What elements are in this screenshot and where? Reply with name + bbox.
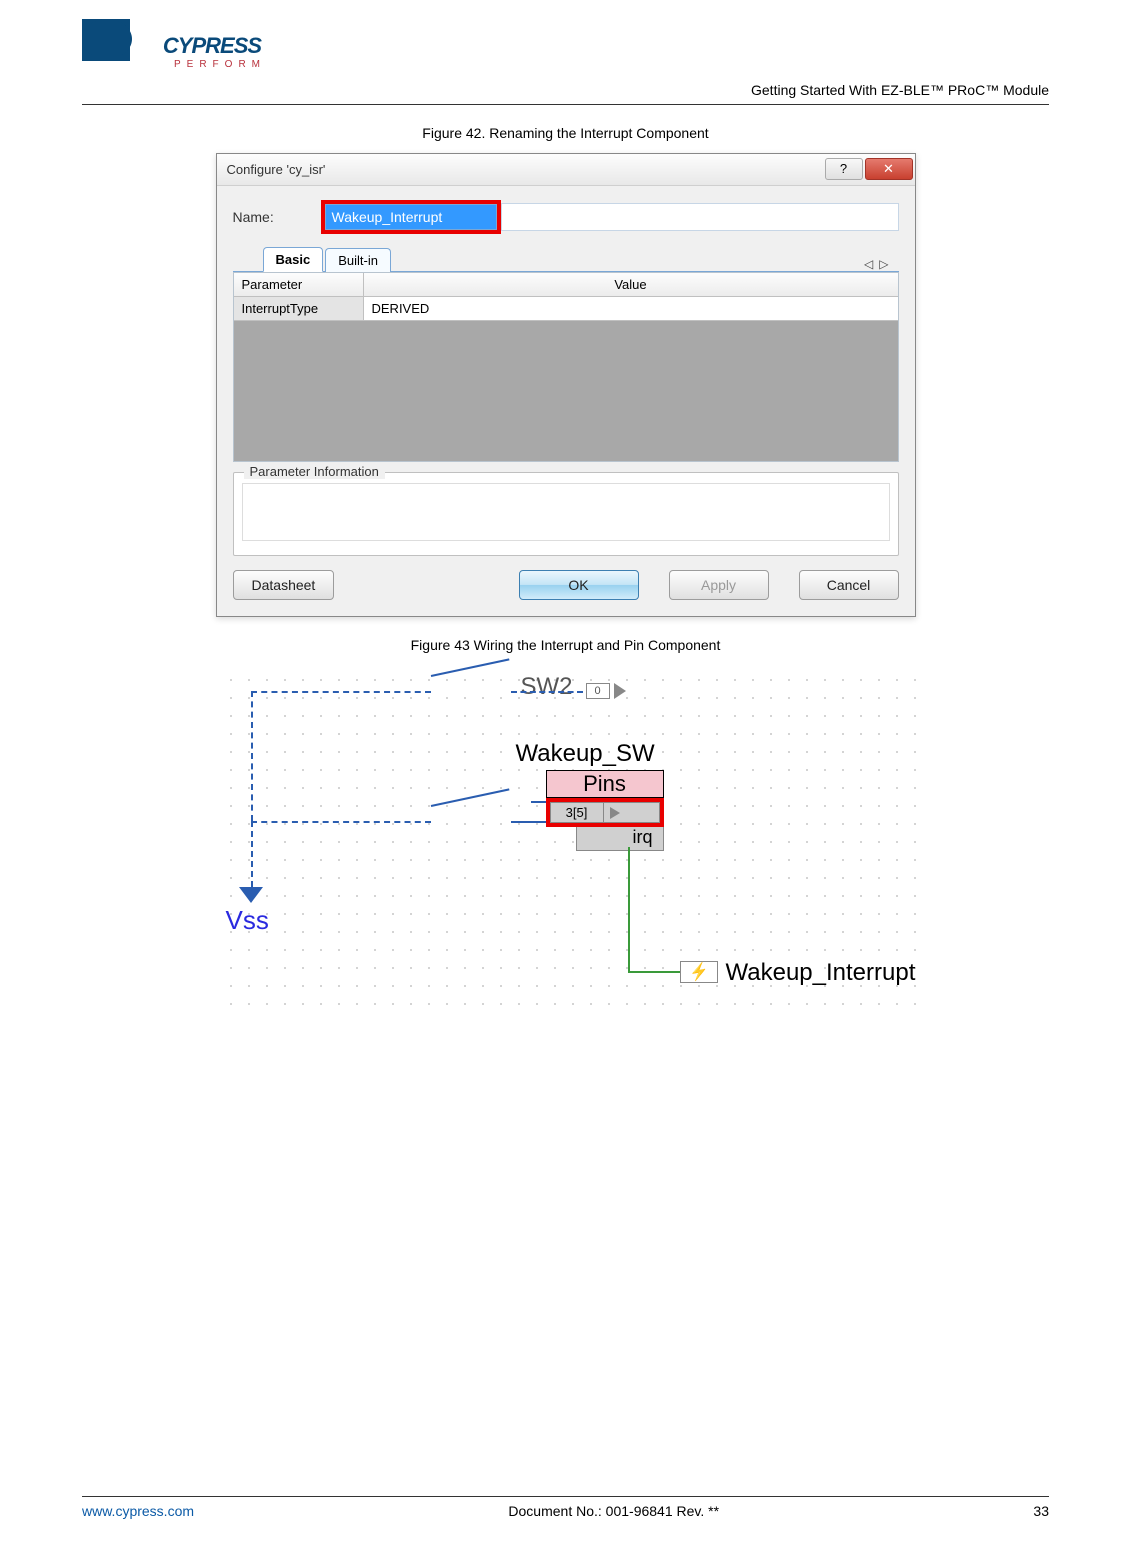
- switch-symbol: [430, 658, 509, 677]
- close-button[interactable]: ✕: [865, 158, 913, 180]
- pins-component: Pins 3[5] irq: [546, 770, 664, 851]
- apply-button[interactable]: Apply: [669, 570, 769, 600]
- ground-icon: [239, 887, 263, 903]
- name-label: Name:: [233, 209, 321, 225]
- page-footer: www.cypress.com Document No.: 001-96841 …: [82, 1496, 1049, 1519]
- name-input[interactable]: Wakeup_Interrupt: [325, 204, 497, 230]
- wakeup-sw-label: Wakeup_SW: [516, 740, 655, 768]
- pin-port-label: 3[5]: [550, 802, 604, 823]
- lightning-icon: ⚡: [687, 960, 710, 983]
- tab-builtin[interactable]: Built-in: [325, 248, 391, 272]
- datasheet-button[interactable]: Datasheet: [233, 570, 335, 600]
- interrupt-component: ⚡: [680, 961, 718, 983]
- footer-url[interactable]: www.cypress.com: [82, 1503, 194, 1519]
- configure-dialog: Configure 'cy_isr' ? ✕ Name: Wakeup_Inte…: [216, 153, 916, 617]
- help-button[interactable]: ?: [825, 158, 863, 180]
- wire: [251, 821, 253, 887]
- pins-highlight: 3[5]: [546, 798, 664, 827]
- name-field-highlight: Wakeup_Interrupt: [321, 200, 501, 234]
- wakeup-interrupt-label: Wakeup_Interrupt: [726, 959, 916, 987]
- cancel-button[interactable]: Cancel: [799, 570, 899, 600]
- ok-button[interactable]: OK: [519, 570, 639, 600]
- figure42-caption: Figure 42. Renaming the Interrupt Compon…: [82, 125, 1049, 141]
- grid-row[interactable]: InterruptType DERIVED: [234, 297, 898, 321]
- dialog-title: Configure 'cy_isr': [227, 162, 326, 177]
- parameter-grid: Parameter Value InterruptType DERIVED: [233, 272, 899, 462]
- wire: [251, 691, 431, 711]
- parameter-information-box: Parameter Information: [233, 472, 899, 556]
- tab-basic[interactable]: Basic: [263, 247, 324, 272]
- tab-scroll-left-icon[interactable]: ◁: [864, 257, 873, 271]
- arrow-icon: [610, 807, 620, 819]
- sw2-label: SW2: [521, 673, 573, 701]
- parameter-information-label: Parameter Information: [244, 464, 385, 479]
- pins-header: Pins: [546, 770, 664, 798]
- vss-label: Vss: [226, 905, 269, 936]
- logo-subtext: PERFORM: [174, 59, 266, 70]
- page-title: Getting Started With EZ-BLE™ PRoC™ Modul…: [751, 82, 1049, 98]
- grid-cell-parameter: InterruptType: [234, 297, 364, 320]
- tab-scroll-right-icon[interactable]: ▷: [879, 257, 888, 271]
- close-icon: ✕: [883, 161, 894, 177]
- dialog-titlebar[interactable]: Configure 'cy_isr' ? ✕: [217, 154, 915, 186]
- page-header: CYPRESS PERFORM Getting Started With EZ-…: [82, 30, 1049, 105]
- grid-header-parameter: Parameter: [234, 273, 364, 296]
- footer-docno: Document No.: 001-96841 Rev. **: [508, 1503, 719, 1519]
- footer-page-number: 33: [1033, 1503, 1049, 1519]
- help-icon: ?: [840, 161, 847, 176]
- logo: CYPRESS PERFORM: [82, 19, 242, 98]
- wire: [511, 691, 583, 693]
- wire: [628, 971, 680, 973]
- figure43-caption: Figure 43 Wiring the Interrupt and Pin C…: [82, 637, 1049, 653]
- wire: [511, 821, 551, 823]
- grid-cell-value[interactable]: DERIVED: [364, 297, 898, 320]
- switch-symbol: [430, 788, 509, 807]
- wire: [251, 821, 431, 823]
- grid-header-value: Value: [364, 273, 898, 296]
- sw2-arrow-icon: [614, 683, 626, 699]
- name-input-rest[interactable]: [501, 203, 899, 231]
- irq-label: irq: [576, 827, 664, 851]
- wire: [628, 847, 630, 973]
- schematic-diagram: SW2 0 Vss Wakeup_SW Pins 3[5] irq ⚡ Wake…: [216, 665, 916, 1015]
- wire: [251, 691, 253, 821]
- logo-text: CYPRESS: [163, 33, 261, 59]
- sw2-terminal: 0: [586, 683, 610, 699]
